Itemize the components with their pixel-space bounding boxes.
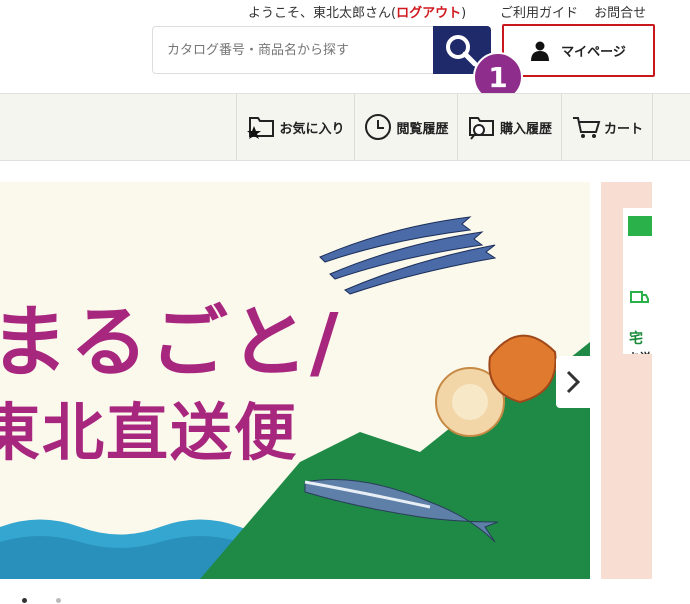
- welcome-text: ようこそ、東北太郎さん(ログアウト): [248, 2, 466, 21]
- chevron-right-icon: [566, 370, 581, 394]
- nav-cart-label: カート: [603, 121, 643, 137]
- side-banner[interactable]: 宅 お送: [601, 182, 652, 579]
- mypage-button[interactable]: マイページ: [502, 24, 655, 77]
- clock-icon: [365, 114, 392, 140]
- guide-link[interactable]: ご利用ガイド: [500, 6, 578, 21]
- carousel-dot-active[interactable]: [22, 598, 27, 603]
- mypage-label: マイページ: [561, 45, 626, 60]
- green-tag: [628, 216, 652, 236]
- nav-history-label: 閲覧履歴: [396, 121, 449, 137]
- purchase-search-icon: [468, 117, 494, 140]
- nav-purchases[interactable]: 購入履歴: [457, 94, 561, 160]
- top-links: ご利用ガイド お問合せ: [500, 2, 658, 21]
- contact-link[interactable]: お問合せ: [594, 6, 646, 21]
- welcome-suffix: ): [461, 6, 467, 21]
- side-kanji: 宅: [629, 331, 643, 347]
- nav-history[interactable]: 閲覧履歴: [354, 94, 457, 160]
- nav-favorites[interactable]: お気に入り: [236, 94, 354, 160]
- nav-favorites-label: お気に入り: [279, 121, 345, 137]
- carousel-next-button[interactable]: [556, 356, 590, 408]
- side-card: 宅 お送: [623, 208, 652, 354]
- side-small-text: お送: [629, 349, 651, 354]
- cart-icon: [572, 117, 601, 138]
- nav-purchases-label: 購入履歴: [499, 121, 552, 137]
- carousel-dot[interactable]: [56, 598, 61, 603]
- welcome-prefix: ようこそ、東北太郎さん(: [248, 6, 397, 21]
- person-icon: [531, 41, 550, 61]
- nav-bar: お気に入り 閲覧履歴 購入履歴 カート: [0, 93, 690, 161]
- search-input[interactable]: [152, 26, 434, 74]
- nav-cart[interactable]: カート: [561, 94, 653, 160]
- banner-headline-2: 東北直送便: [0, 396, 299, 469]
- promo-banner[interactable]: まるごと/ 東北直送便: [0, 182, 590, 579]
- truck-icon: [630, 291, 649, 303]
- favorite-folder-icon: [247, 117, 275, 139]
- logout-link[interactable]: ログアウト: [396, 6, 461, 21]
- banner-headline-1: まるごと/: [0, 298, 341, 388]
